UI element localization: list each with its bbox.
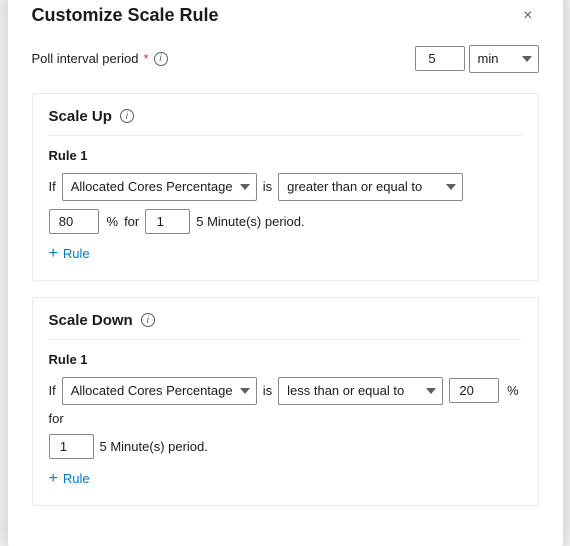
scale-up-for-text: for	[124, 214, 139, 229]
scale-up-title: Scale Up	[49, 108, 112, 125]
scale-up-section: Scale Up i Rule 1 If Allocated Cores Per…	[32, 93, 539, 281]
poll-interval-input[interactable]	[415, 46, 465, 71]
scale-down-info-icon[interactable]: i	[141, 313, 155, 327]
scale-down-add-rule-button[interactable]: + Rule	[49, 467, 90, 491]
scale-down-is-text: is	[263, 383, 272, 398]
scale-up-rule-label: Rule 1	[49, 148, 522, 163]
scale-up-period-input[interactable]	[145, 209, 190, 234]
dialog-header: Customize Scale Rule ×	[32, 5, 539, 27]
scale-down-threshold-input[interactable]	[449, 378, 499, 403]
scale-up-metric-select[interactable]: Allocated Cores Percentage CPU Usage Mem…	[62, 173, 257, 201]
poll-interval-row: Poll interval period * i min sec	[32, 45, 539, 73]
scale-down-if-text: If	[49, 383, 56, 398]
scale-up-threshold-row: % for 5 Minute(s) period.	[49, 209, 522, 234]
scale-down-period-text: 5 Minute(s) period.	[100, 439, 208, 454]
scale-down-metric-select[interactable]: Allocated Cores Percentage CPU Usage Mem…	[62, 377, 257, 405]
scale-up-threshold-input[interactable]	[49, 209, 99, 234]
scale-up-condition-select[interactable]: greater than or equal to less than or eq…	[278, 173, 463, 201]
poll-input-group: min sec	[415, 45, 539, 73]
scale-up-info-icon[interactable]: i	[120, 109, 134, 123]
scale-up-header: Scale Up i	[49, 108, 522, 136]
scale-down-period-input[interactable]	[49, 434, 94, 459]
scale-up-if-text: If	[49, 179, 56, 194]
scale-down-title: Scale Down	[49, 312, 133, 329]
poll-info-icon[interactable]: i	[154, 52, 168, 66]
scale-down-period-row: 5 Minute(s) period.	[49, 434, 522, 459]
poll-label: Poll interval period * i	[32, 51, 168, 66]
scale-up-rule-row: If Allocated Cores Percentage CPU Usage …	[49, 173, 522, 201]
required-indicator: *	[143, 51, 148, 66]
poll-unit-select[interactable]: min sec	[469, 45, 539, 73]
poll-label-text: Poll interval period	[32, 51, 139, 66]
close-button[interactable]: ×	[517, 5, 538, 27]
scale-down-plus-icon: +	[49, 471, 58, 487]
scale-down-for-text: for	[49, 411, 64, 426]
scale-down-section: Scale Down i Rule 1 If Allocated Cores P…	[32, 297, 539, 506]
scale-up-add-rule-button[interactable]: + Rule	[49, 242, 90, 266]
scale-up-add-rule-label: Rule	[63, 246, 90, 261]
scale-up-period-text: 5 Minute(s) period.	[196, 214, 304, 229]
scale-down-condition-select[interactable]: less than or equal to greater than or eq…	[278, 377, 443, 405]
scale-up-pct-symbol: %	[107, 214, 119, 229]
dialog-title: Customize Scale Rule	[32, 5, 219, 26]
scale-down-add-rule-label: Rule	[63, 471, 90, 486]
scale-down-pct-symbol: %	[507, 383, 519, 398]
scale-down-rule-row: If Allocated Cores Percentage CPU Usage …	[49, 377, 522, 426]
scale-down-header: Scale Down i	[49, 312, 522, 340]
scale-up-plus-icon: +	[49, 246, 58, 262]
scale-up-is-text: is	[263, 179, 272, 194]
scale-down-rule-label: Rule 1	[49, 352, 522, 367]
customize-scale-rule-dialog: Customize Scale Rule × Poll interval per…	[8, 0, 563, 546]
